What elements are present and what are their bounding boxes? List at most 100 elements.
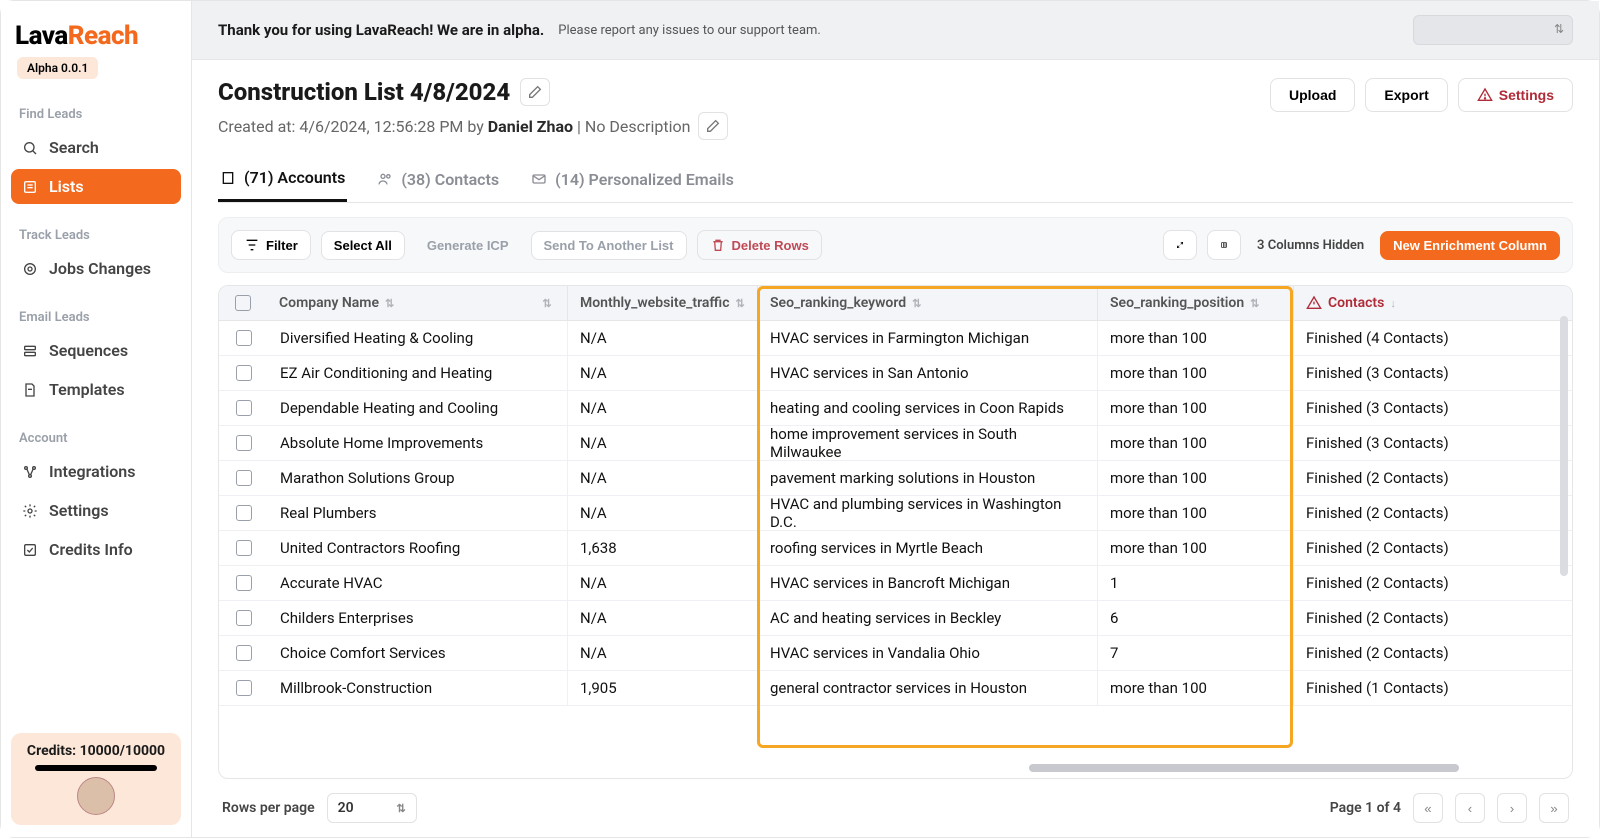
row-checkbox[interactable] [236,680,252,696]
table-row[interactable]: Real Plumbers N/A HVAC and plumbing serv… [219,496,1572,531]
table-row[interactable]: EZ Air Conditioning and Heating N/A HVAC… [219,356,1572,391]
filter-button[interactable]: Filter [231,230,311,260]
header-spacer[interactable]: ⇅ [527,286,567,320]
cell-position: more than 100 [1097,496,1293,530]
row-checkbox-cell[interactable] [219,496,267,530]
cell-contacts: Finished (4 Contacts) [1293,321,1572,355]
last-page-button[interactable]: » [1539,793,1569,823]
table-row[interactable]: Marathon Solutions Group N/A pavement ma… [219,461,1572,496]
cell-spacer [527,461,567,495]
header-checkbox-cell[interactable] [219,286,267,320]
row-checkbox[interactable] [236,505,252,521]
new-enrichment-button[interactable]: New Enrichment Column [1380,231,1560,260]
tab-emails[interactable]: (14) Personalized Emails [529,158,736,202]
rows-per-page-select[interactable]: 20 ⇅ [327,793,417,823]
row-checkbox-cell[interactable] [219,426,267,460]
page-settings-button[interactable]: Settings [1458,78,1573,112]
row-checkbox-cell[interactable] [219,671,267,705]
table-row[interactable]: Millbrook-Construction 1,905 general con… [219,671,1572,706]
credits-title: Credits: 10000/10000 [21,743,171,759]
delete-rows-button[interactable]: Delete Rows [697,230,822,260]
nav-integrations[interactable]: Integrations [11,454,181,489]
table-row[interactable]: Accurate HVAC N/A HVAC services in Bancr… [219,566,1572,601]
columns-button[interactable] [1207,230,1241,260]
row-checkbox[interactable] [236,435,252,451]
header-traffic[interactable]: Monthly_website_traffic ⇅ [567,286,757,320]
upload-button[interactable]: Upload [1270,78,1355,112]
export-button[interactable]: Export [1365,78,1447,112]
nav-lists[interactable]: Lists [11,169,181,204]
table-row[interactable]: Dependable Heating and Cooling N/A heati… [219,391,1572,426]
row-checkbox-cell[interactable] [219,391,267,425]
send-to-list-button[interactable]: Send To Another List [531,231,687,260]
header-keyword[interactable]: Seo_ranking_keyword ⇅ [757,286,1097,320]
table-header: Company Name ⇅ ⇅ Monthly_website_traffic… [219,286,1572,321]
row-checkbox-cell[interactable] [219,461,267,495]
row-checkbox[interactable] [236,540,252,556]
row-checkbox[interactable] [236,400,252,416]
cell-spacer [527,601,567,635]
row-checkbox[interactable] [236,365,252,381]
row-checkbox-cell[interactable] [219,601,267,635]
horizontal-scrollbar[interactable] [1029,764,1459,772]
tab-accounts[interactable]: (71) Accounts [218,158,347,202]
table-row[interactable]: Childers Enterprises N/A AC and heating … [219,601,1572,636]
nav-sequences[interactable]: Sequences [11,333,181,368]
row-checkbox[interactable] [236,610,252,626]
cell-company: Absolute Home Improvements [267,426,527,460]
row-checkbox[interactable] [236,575,252,591]
table-row[interactable]: Choice Comfort Services N/A HVAC service… [219,636,1572,671]
connections-icon [21,463,39,481]
first-page-button[interactable]: « [1413,793,1443,823]
row-checkbox[interactable] [236,470,252,486]
header-checkbox[interactable] [235,295,251,311]
row-checkbox[interactable] [236,645,252,661]
avatar[interactable] [77,777,115,815]
row-checkbox-cell[interactable] [219,636,267,670]
header-position[interactable]: Seo_ranking_position ⇅ [1097,286,1293,320]
row-checkbox-cell[interactable] [219,356,267,390]
nav-templates[interactable]: Templates [11,372,181,407]
select-all-button[interactable]: Select All [321,231,405,260]
row-checkbox-cell[interactable] [219,531,267,565]
table-row[interactable]: United Contractors Roofing 1,638 roofing… [219,531,1572,566]
table-row[interactable]: Absolute Home Improvements N/A home impr… [219,426,1572,461]
warning-icon [1306,295,1322,311]
cell-keyword: roofing services in Myrtle Beach [757,531,1097,565]
nav-search[interactable]: Search [11,130,181,165]
page-settings-label: Settings [1499,87,1554,103]
prev-page-button[interactable]: ‹ [1455,793,1485,823]
cell-position: more than 100 [1097,461,1293,495]
generate-icp-button[interactable]: Generate ICP [415,232,521,259]
tab-contacts[interactable]: (38) Contacts [375,158,501,202]
logo: LavaReach Alpha 0.0.1 [11,13,181,85]
edit-title-button[interactable] [520,78,550,106]
row-checkbox-cell[interactable] [219,566,267,600]
edit-description-button[interactable] [698,112,728,140]
table-row[interactable]: Diversified Heating & Cooling N/A HVAC s… [219,321,1572,356]
nav-jobs-label: Jobs Changes [49,259,151,278]
nav-settings[interactable]: Settings [11,493,181,528]
header-company[interactable]: Company Name ⇅ [267,286,527,320]
credits-bar [35,765,157,771]
sidebar: LavaReach Alpha 0.0.1 Find Leads Search … [1,1,191,837]
nav-credits-info[interactable]: Credits Info [11,532,181,567]
horizontal-scroll-track[interactable] [229,764,1550,770]
header-contacts[interactable]: Contacts ↓ [1293,286,1572,320]
expand-button[interactable] [1163,230,1197,260]
nav-sequences-label: Sequences [49,341,128,360]
cell-contacts: Finished (3 Contacts) [1293,426,1572,460]
banner-select[interactable] [1413,15,1573,45]
filter-icon [244,237,260,253]
row-checkbox[interactable] [236,330,252,346]
next-page-button[interactable]: › [1497,793,1527,823]
table-body: Diversified Heating & Cooling N/A HVAC s… [219,321,1572,706]
vertical-scrollbar[interactable] [1560,316,1568,576]
cell-spacer [527,391,567,425]
cell-keyword: AC and heating services in Beckley [757,601,1097,635]
cell-spacer [527,566,567,600]
tab-emails-label: (14) Personalized Emails [555,170,734,189]
cell-traffic: N/A [567,426,757,460]
nav-jobs-changes[interactable]: Jobs Changes [11,251,181,286]
row-checkbox-cell[interactable] [219,321,267,355]
